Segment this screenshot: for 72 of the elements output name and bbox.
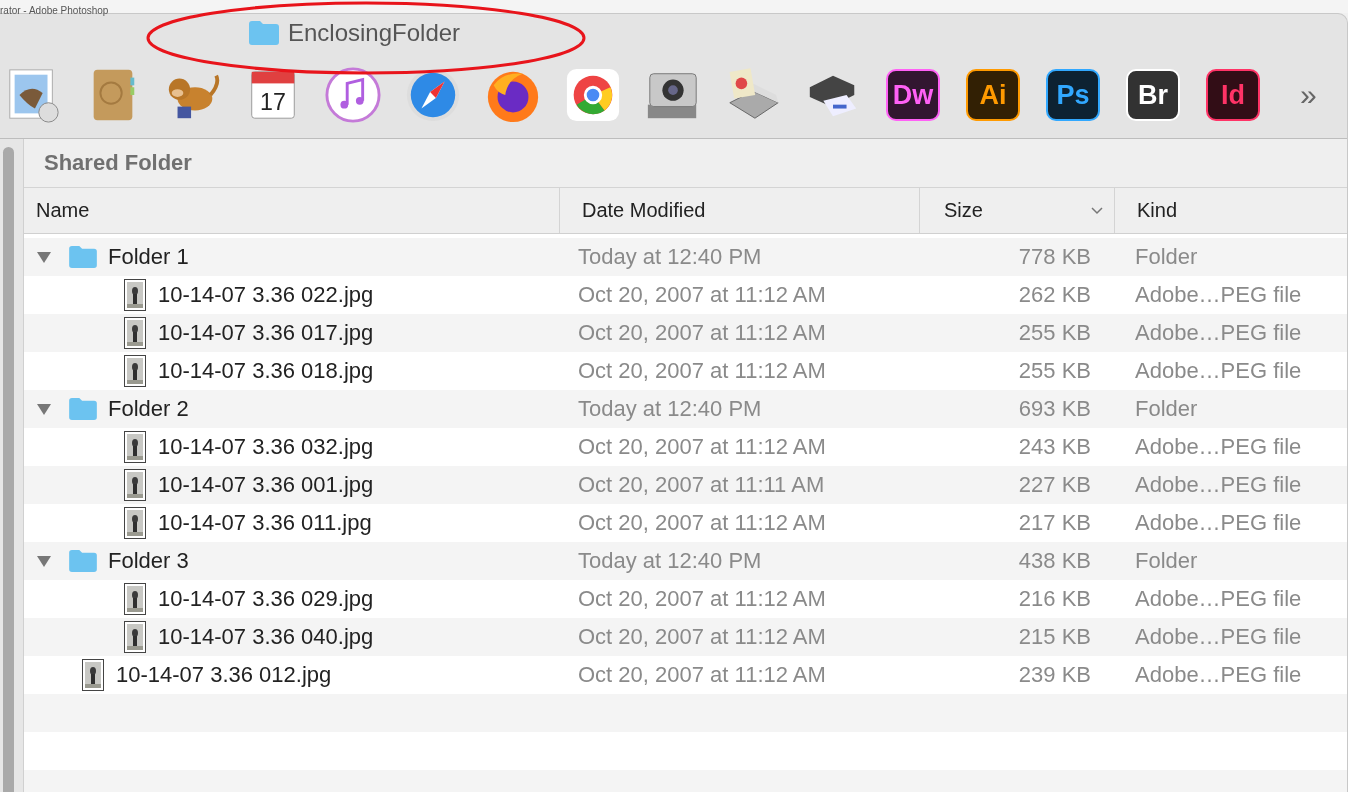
date-cell: Oct 20, 2007 at 11:12 AM xyxy=(578,662,826,688)
column-header[interactable]: Name xyxy=(24,188,560,233)
column-header[interactable]: Size xyxy=(920,188,1115,233)
file-name[interactable]: 10-14-07 3.36 040.jpg xyxy=(158,624,374,650)
size-cell: 215 KB xyxy=(1018,624,1091,650)
browser-icon[interactable] xyxy=(564,66,622,124)
size-cell: 693 KB xyxy=(1018,396,1091,422)
folder-icon xyxy=(68,397,98,421)
file-name[interactable]: Folder 2 xyxy=(108,396,189,422)
kind-cell: Folder xyxy=(1135,548,1198,574)
date-cell: Oct 20, 2007 at 11:12 AM xyxy=(578,320,826,346)
kind-cell: Adobe…PEG file xyxy=(1135,510,1302,536)
file-name[interactable]: 10-14-07 3.36 012.jpg xyxy=(116,662,332,688)
compass-icon[interactable] xyxy=(404,66,462,124)
sort-chevron-icon xyxy=(1090,205,1104,216)
app-icon[interactable]: Id xyxy=(1206,69,1260,121)
app-icon[interactable]: Ps xyxy=(1046,69,1100,121)
date-cell: Oct 20, 2007 at 11:12 AM xyxy=(578,510,826,536)
folder-icon xyxy=(248,20,280,46)
date-cell: Oct 20, 2007 at 11:11 AM xyxy=(578,472,825,498)
app-icon[interactable]: Br xyxy=(1126,69,1180,121)
folder-icon xyxy=(68,549,98,573)
date-cell: Today at 12:40 PM xyxy=(578,244,762,270)
date-cell: Oct 20, 2007 at 11:12 AM xyxy=(578,586,826,612)
date-cell: Oct 20, 2007 at 11:12 AM xyxy=(578,434,826,460)
file-name[interactable]: 10-14-07 3.36 001.jpg xyxy=(158,472,374,498)
disclosure-triangle-icon[interactable] xyxy=(36,401,52,417)
size-cell: 243 KB xyxy=(1018,434,1091,460)
kind-cell: Adobe…PEG file xyxy=(1135,320,1302,346)
window-title: rator - Adobe Photoshop xyxy=(0,4,109,17)
size-cell: 216 KB xyxy=(1018,586,1091,612)
panel-title: Shared Folder xyxy=(44,150,192,176)
file-name[interactable]: 10-14-07 3.36 018.jpg xyxy=(158,358,374,384)
size-cell: 255 KB xyxy=(1018,358,1091,384)
window-title: EnclosingFolder xyxy=(288,19,461,47)
file-name[interactable]: 10-14-07 3.36 011.jpg xyxy=(158,510,372,536)
app-icon[interactable]: Ai xyxy=(966,69,1020,121)
kind-cell: Adobe…PEG file xyxy=(1135,282,1302,308)
app-icon[interactable]: Dw xyxy=(886,69,940,121)
date-cell: Oct 20, 2007 at 11:12 AM xyxy=(578,624,826,650)
kind-cell: Adobe…PEG file xyxy=(1135,358,1302,384)
file-name[interactable]: 10-14-07 3.36 029.jpg xyxy=(158,586,374,612)
file-name[interactable]: 10-14-07 3.36 022.jpg xyxy=(158,282,374,308)
size-cell: 217 KB xyxy=(1018,510,1091,536)
date-cell: Today at 12:40 PM xyxy=(578,548,762,574)
folder-icon xyxy=(68,245,98,269)
size-cell: 227 KB xyxy=(1018,472,1091,498)
overflow-button[interactable]: » xyxy=(1300,78,1317,112)
file-name[interactable]: 10-14-07 3.36 017.jpg xyxy=(158,320,374,346)
size-cell: 239 KB xyxy=(1018,662,1091,688)
kind-cell: Adobe…PEG file xyxy=(1135,624,1302,650)
column-header[interactable]: Date Modified xyxy=(560,188,920,233)
date-cell: Oct 20, 2007 at 11:12 AM xyxy=(578,358,826,384)
file-name[interactable]: 10-14-07 3.36 032.jpg xyxy=(158,434,374,460)
disclosure-triangle-icon[interactable] xyxy=(36,249,52,265)
kind-cell: Adobe…PEG file xyxy=(1135,434,1302,460)
kind-cell: Adobe…PEG file xyxy=(1135,472,1302,498)
size-cell: 262 KB xyxy=(1018,282,1091,308)
kind-cell: Adobe…PEG file xyxy=(1135,662,1302,688)
size-cell: 438 KB xyxy=(1018,548,1091,574)
size-cell: 778 KB xyxy=(1018,244,1091,270)
size-cell: 255 KB xyxy=(1018,320,1091,346)
file-name[interactable]: Folder 1 xyxy=(108,244,189,270)
music-note-icon[interactable] xyxy=(324,66,382,124)
file-name[interactable]: Folder 3 xyxy=(108,548,189,574)
kind-cell: Folder xyxy=(1135,244,1198,270)
date-cell: Today at 12:40 PM xyxy=(578,396,762,422)
column-header[interactable]: Kind xyxy=(1115,188,1347,233)
disclosure-triangle-icon[interactable] xyxy=(36,553,52,569)
kind-cell: Adobe…PEG file xyxy=(1135,586,1302,612)
kind-cell: Folder xyxy=(1135,396,1198,422)
date-cell: Oct 20, 2007 at 11:12 AM xyxy=(578,282,826,308)
